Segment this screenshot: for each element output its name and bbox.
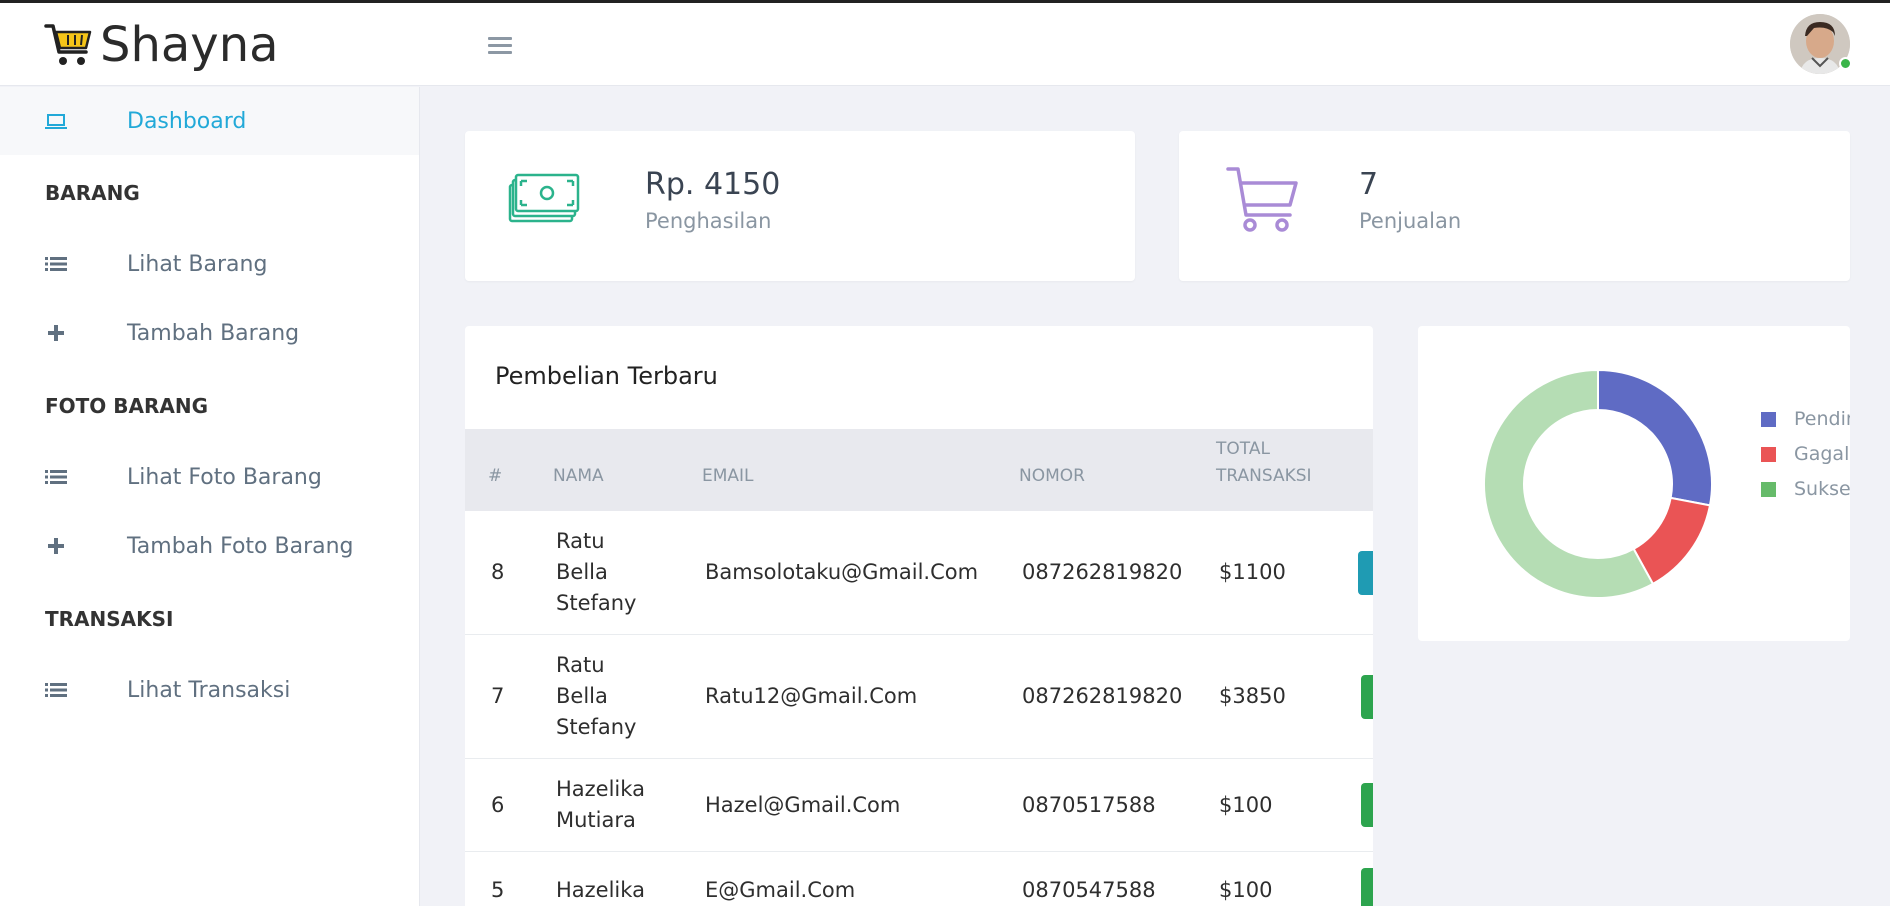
table-row[interactable]: 5 Hazelika E@Gmail.Com 0870547588 $100: [465, 852, 1373, 906]
column-header-email: EMAIL: [702, 466, 754, 486]
online-status-indicator: [1839, 57, 1852, 70]
table-title: Pembelian Terbaru: [495, 362, 718, 390]
shopping-cart-logo-icon: [44, 24, 92, 65]
column-header-name: NAMA: [553, 466, 604, 486]
income-value: Rp. 4150: [645, 167, 781, 202]
row-phone: 087262819820: [1022, 684, 1183, 708]
cart-icon: [1226, 167, 1298, 232]
status-button[interactable]: [1361, 783, 1373, 827]
donut-slice-pending[interactable]: [1597, 370, 1712, 507]
row-name-line: Stefany: [556, 715, 637, 739]
column-header-total-line1: TOTAL: [1216, 439, 1270, 459]
list-icon: [44, 678, 68, 702]
row-email: Ratu12@Gmail.Com: [705, 684, 918, 708]
plus-icon: [44, 534, 68, 558]
laptop-icon: [44, 109, 68, 133]
legend-label: Sukses: [1794, 478, 1850, 500]
section-title-transaksi: TRANSAKSI: [45, 607, 174, 631]
row-email: Hazel@Gmail.Com: [705, 793, 901, 817]
recent-purchases-card: Pembelian Terbaru # NAMA EMAIL NOMOR TOT…: [465, 326, 1373, 906]
sidebar: Dashboard BARANG Lihat Barang Tambah Bar…: [0, 87, 420, 906]
legend-label: Gagal: [1794, 443, 1850, 465]
sidebar-item-label: Tambah Barang: [127, 320, 300, 346]
sales-stat-card: 7 Penjualan: [1179, 131, 1850, 281]
donut-chart: [1484, 370, 1712, 598]
sidebar-item-tambah-foto-barang[interactable]: Tambah Foto Barang: [0, 512, 419, 580]
row-email: Bamsolotaku@Gmail.Com: [705, 560, 979, 584]
sidebar-item-label: Lihat Barang: [127, 251, 268, 277]
sales-value: 7: [1359, 167, 1379, 202]
menu-toggle-icon[interactable]: [488, 37, 512, 57]
top-navbar: Shayna: [0, 3, 1890, 86]
row-phone: 087262819820: [1022, 560, 1183, 584]
row-name-line: Ratu: [556, 529, 605, 553]
sidebar-item-dashboard[interactable]: Dashboard: [0, 87, 419, 155]
row-name-line: Stefany: [556, 591, 637, 615]
table-row[interactable]: 6 Hazelika Mutiara Hazel@Gmail.Com 08705…: [465, 759, 1373, 852]
sidebar-item-label: Lihat Foto Barang: [127, 464, 322, 490]
sidebar-item-tambah-barang[interactable]: Tambah Barang: [0, 299, 419, 367]
row-phone: 0870517588: [1022, 793, 1156, 817]
table-row[interactable]: 8 Ratu Bella Stefany Bamsolotaku@Gmail.C…: [465, 511, 1373, 635]
sales-label: Penjualan: [1359, 209, 1462, 233]
income-stat-card: Rp. 4150 Penghasilan: [465, 131, 1135, 281]
brand-logo[interactable]: Shayna: [44, 17, 279, 73]
list-icon: [44, 252, 68, 276]
legend-item-gagal[interactable]: Gagal: [1761, 443, 1849, 465]
row-name-line: Ratu: [556, 653, 605, 677]
sidebar-item-label: Tambah Foto Barang: [127, 533, 354, 559]
money-icon: [508, 173, 580, 223]
table-header: # NAMA EMAIL NOMOR TOTAL TRANSAKSI: [465, 429, 1373, 511]
column-header-phone: NOMOR: [1019, 466, 1085, 486]
status-button[interactable]: [1361, 868, 1373, 906]
status-button[interactable]: [1361, 675, 1373, 719]
plus-icon: [44, 321, 68, 345]
row-name-line: Hazelika: [556, 878, 645, 902]
row-id: 6: [491, 793, 505, 817]
row-name-line: Bella: [556, 560, 608, 584]
legend-swatch: [1761, 481, 1776, 497]
sidebar-item-label: Lihat Transaksi: [127, 677, 291, 703]
legend-item-pending[interactable]: Pendin: [1761, 408, 1850, 430]
row-name-line: Mutiara: [556, 808, 636, 832]
income-label: Penghasilan: [645, 209, 772, 233]
column-header-id: #: [488, 466, 503, 486]
legend-swatch: [1761, 411, 1776, 427]
legend-swatch: [1761, 446, 1776, 462]
section-title-foto-barang: FOTO BARANG: [45, 394, 209, 418]
table-row[interactable]: 7 Ratu Bella Stefany Ratu12@Gmail.Com 08…: [465, 635, 1373, 759]
row-total: $1100: [1219, 560, 1286, 584]
row-total: $100: [1219, 878, 1273, 902]
row-name-line: Bella: [556, 684, 608, 708]
sidebar-item-lihat-transaksi[interactable]: Lihat Transaksi: [0, 656, 419, 724]
row-total: $3850: [1219, 684, 1286, 708]
column-header-total-line2: TRANSAKSI: [1216, 466, 1312, 486]
sidebar-item-lihat-foto-barang[interactable]: Lihat Foto Barang: [0, 443, 419, 511]
legend-label: Pendin: [1794, 408, 1850, 430]
row-name-line: Hazelika: [556, 777, 645, 801]
row-email: E@Gmail.Com: [705, 878, 856, 902]
status-button[interactable]: [1358, 551, 1373, 595]
legend-item-sukses[interactable]: Sukses: [1761, 478, 1850, 500]
sidebar-item-lihat-barang[interactable]: Lihat Barang: [0, 230, 419, 298]
transaction-status-chart-card: Pendin Gagal Sukses: [1418, 326, 1850, 641]
row-phone: 0870547588: [1022, 878, 1156, 902]
brand-name: Shayna: [100, 17, 279, 73]
list-icon: [44, 465, 68, 489]
row-id: 8: [491, 560, 505, 584]
sidebar-item-label: Dashboard: [127, 108, 247, 134]
row-id: 7: [491, 684, 505, 708]
row-total: $100: [1219, 793, 1273, 817]
row-id: 5: [491, 878, 505, 902]
section-title-barang: BARANG: [45, 181, 140, 205]
